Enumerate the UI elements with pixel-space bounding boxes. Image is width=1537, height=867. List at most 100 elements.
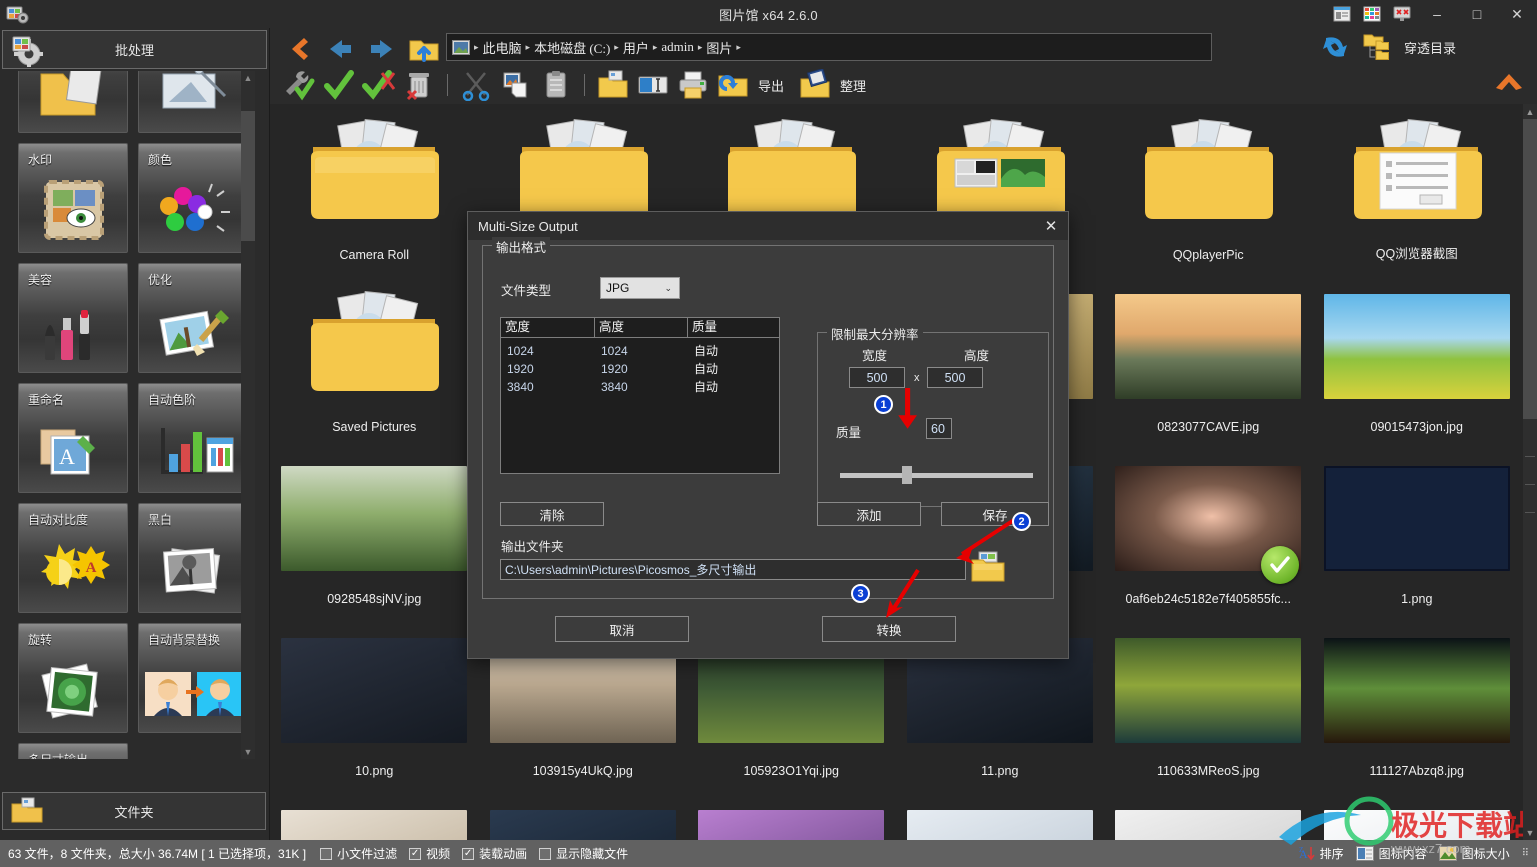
back-orange-icon[interactable] (282, 34, 314, 64)
screen-color-picker-icon[interactable] (1387, 0, 1417, 28)
clear-button[interactable]: 清除 (500, 502, 604, 526)
grid-item[interactable]: 09015473jon.jpg (1313, 276, 1522, 448)
height-label: 高度 (964, 349, 990, 363)
passthrough-directory-button[interactable]: 穿透目录 (1362, 32, 1456, 62)
export-label[interactable]: 导出 (758, 76, 784, 95)
max-width-input[interactable]: 500 (849, 367, 905, 388)
resize-tool-icon (139, 71, 247, 128)
batch-processing-header[interactable]: 批处理 (2, 30, 267, 69)
tile-folder-photo[interactable] (18, 71, 128, 133)
grid-item[interactable]: QQplayerPic (1104, 104, 1313, 276)
file-type-select[interactable]: JPG ⌄ (600, 277, 680, 299)
quality-slider[interactable] (840, 466, 1033, 484)
organize-icon[interactable] (798, 68, 832, 101)
slider-knob[interactable] (902, 466, 912, 484)
table-row[interactable]: 1024 1024 自动 (501, 342, 779, 360)
address-bar[interactable]: ▸ 此电脑 ▸ 本地磁盘 (C:) ▸ 用户 ▸ admin ▸ 图片 ▸ (446, 33, 1212, 61)
scissors-icon[interactable] (459, 69, 493, 102)
grid-item[interactable]: 10.png (270, 620, 479, 792)
sidebar-scrollbar[interactable]: ▲ ▼ (241, 71, 255, 759)
checkbox-show-hidden-files[interactable]: 显示隐藏文件 (539, 845, 628, 862)
grid-item[interactable]: 0928548sjNV.jpg (270, 448, 479, 620)
checkbox-video[interactable]: ✓ 视频 (409, 845, 450, 862)
bg-replace-icon (139, 656, 247, 728)
checkbox-label: 小文件过滤 (337, 847, 398, 861)
grid-item[interactable] (270, 792, 479, 840)
breadcrumb-item-1[interactable]: 本地磁盘 (C:) (534, 38, 610, 57)
breadcrumb-item-4[interactable]: 图片 (706, 38, 732, 57)
grid-item[interactable] (479, 792, 688, 840)
new-folder-icon[interactable] (596, 69, 630, 101)
select-tool-icon[interactable] (282, 69, 316, 101)
collapse-up-icon[interactable] (1491, 68, 1527, 96)
trash-icon[interactable] (402, 69, 436, 101)
breadcrumb-item-0[interactable]: 此电脑 (483, 38, 522, 57)
dialog-close-icon[interactable]: ✕ (1034, 212, 1068, 240)
grid-item[interactable] (896, 792, 1105, 840)
title-bar: 图片馆 x64 2.6.0 – □ ✕ (0, 0, 1537, 28)
close-button[interactable]: ✕ (1497, 0, 1537, 28)
quality-input[interactable]: 60 (926, 418, 952, 439)
size-list-table[interactable]: 宽度 高度 质量 1024 1024 自动 1920 1920 自动 3840 … (500, 317, 780, 474)
tile-optimize[interactable]: 优化 (138, 263, 248, 373)
table-row[interactable]: 3840 3840 自动 (501, 378, 779, 396)
grid-item[interactable]: 0af6eb24c5182e7f405855fc... (1104, 448, 1313, 620)
cancel-button[interactable]: 取消 (555, 616, 689, 642)
rename-field-icon[interactable] (636, 69, 670, 101)
open-folder-up-icon[interactable] (408, 34, 440, 64)
tile-watermark[interactable]: 水印 (18, 143, 128, 253)
grid-item[interactable]: 1.png (1313, 448, 1522, 620)
grid-item[interactable]: 110633MReoS.jpg (1104, 620, 1313, 792)
minimize-button[interactable]: – (1417, 0, 1457, 28)
grid-item[interactable] (687, 792, 896, 840)
grid-item[interactable]: Saved Pictures (270, 276, 479, 448)
table-row[interactable]: 1920 1920 自动 (501, 360, 779, 378)
tile-black-white[interactable]: 黑白 (138, 503, 248, 613)
scroll-down-icon[interactable]: ▼ (241, 745, 255, 759)
paste-icon[interactable] (539, 69, 573, 101)
grid-item[interactable]: Camera Roll (270, 104, 479, 276)
grid-item[interactable]: 111127Abzq8.jpg (1313, 620, 1522, 792)
scrollbar-thumb[interactable] (241, 111, 255, 241)
tile-auto-contrast[interactable]: 自动对比度 A (18, 503, 128, 613)
organize-label[interactable]: 整理 (840, 76, 866, 95)
add-button[interactable]: 添加 (817, 502, 921, 526)
check-green-icon[interactable] (322, 69, 356, 101)
checkbox-load-animation[interactable]: ✓ 装载动画 (462, 845, 527, 862)
breadcrumb-separator: ▸ (652, 41, 658, 52)
grid-scrollbar[interactable]: ▲ ▼ (1523, 104, 1537, 840)
folder-view-button[interactable]: 文件夹 (2, 792, 266, 830)
export-icon[interactable] (716, 69, 750, 101)
grid-item[interactable]: QQ浏览器截图 (1313, 104, 1522, 276)
scrollbar-thumb[interactable] (1523, 119, 1537, 419)
checkbox-small-file-filter[interactable]: 小文件过滤 (320, 845, 397, 862)
tile-rotate[interactable]: 旋转 (18, 623, 128, 733)
check-cancel-icon[interactable] (362, 69, 396, 101)
thumbnail-image (1323, 293, 1510, 399)
tile-auto-levels[interactable]: 自动色阶 (138, 383, 248, 493)
table-header-row: 宽度 高度 质量 (501, 318, 779, 338)
print-icon[interactable] (676, 69, 710, 101)
forward-arrow-icon[interactable] (366, 34, 398, 64)
file-name: Saved Pictures (332, 420, 417, 434)
tile-resize-tool[interactable] (138, 71, 248, 133)
tile-multi-size-output[interactable]: 多尺寸输出 (18, 743, 128, 759)
scroll-up-icon[interactable]: ▲ (1523, 104, 1537, 119)
tile-rename[interactable]: 重命名 A (18, 383, 128, 493)
screenshot-icon[interactable] (1327, 0, 1357, 28)
tile-color[interactable]: 颜色 (138, 143, 248, 253)
color-palette-icon[interactable] (1357, 0, 1387, 28)
grid-item[interactable]: 0823077CAVE.jpg (1104, 276, 1313, 448)
copy-icon[interactable] (499, 69, 533, 101)
scroll-down-icon[interactable]: ▼ (1523, 825, 1537, 840)
maximize-button[interactable]: □ (1457, 0, 1497, 28)
back-arrow-icon[interactable] (324, 34, 356, 64)
scroll-up-icon[interactable]: ▲ (241, 71, 255, 85)
breadcrumb-item-3[interactable]: admin (661, 39, 694, 55)
tile-bg-replace[interactable]: 自动背景替换 (138, 623, 248, 733)
max-height-input[interactable]: 500 (927, 367, 983, 388)
breadcrumb-item-2[interactable]: 用户 (623, 38, 649, 57)
slider-track (840, 473, 1033, 478)
refresh-icon[interactable] (1318, 32, 1352, 62)
tile-beauty[interactable]: 美容 (18, 263, 128, 373)
